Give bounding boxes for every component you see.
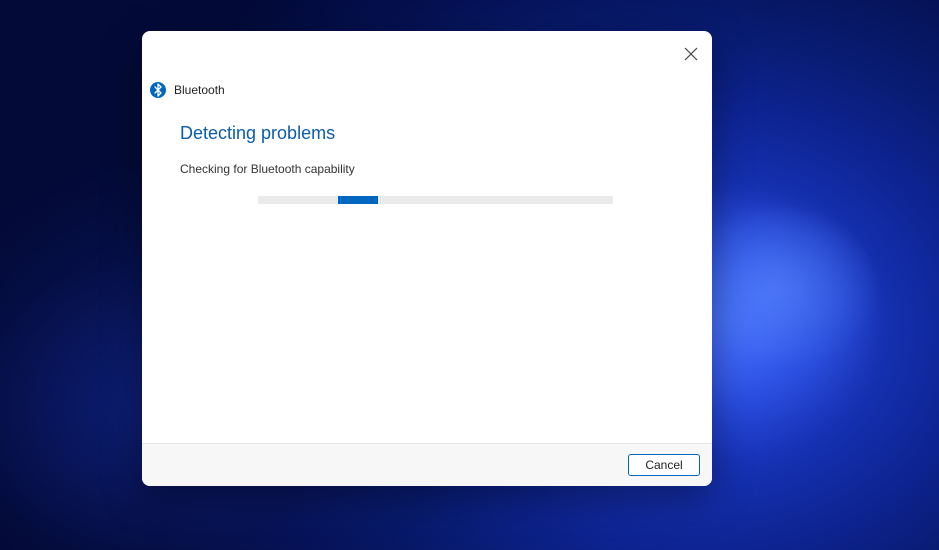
cancel-button[interactable]: Cancel — [628, 454, 700, 476]
dialog-footer: Cancel — [142, 443, 712, 486]
status-text: Checking for Bluetooth capability — [180, 162, 674, 176]
dialog-content: Detecting problems Checking for Bluetoot… — [142, 97, 712, 443]
bluetooth-icon — [150, 82, 166, 98]
progress-chunk — [338, 196, 378, 204]
progress-bar — [258, 196, 613, 204]
dialog-title: Bluetooth — [174, 83, 225, 97]
troubleshooter-dialog: Bluetooth Detecting problems Checking fo… — [142, 31, 712, 486]
dialog-header — [142, 31, 712, 69]
close-icon — [684, 48, 698, 65]
content-heading: Detecting problems — [180, 123, 674, 144]
close-button[interactable] — [684, 47, 698, 61]
title-row: Bluetooth — [142, 69, 712, 97]
